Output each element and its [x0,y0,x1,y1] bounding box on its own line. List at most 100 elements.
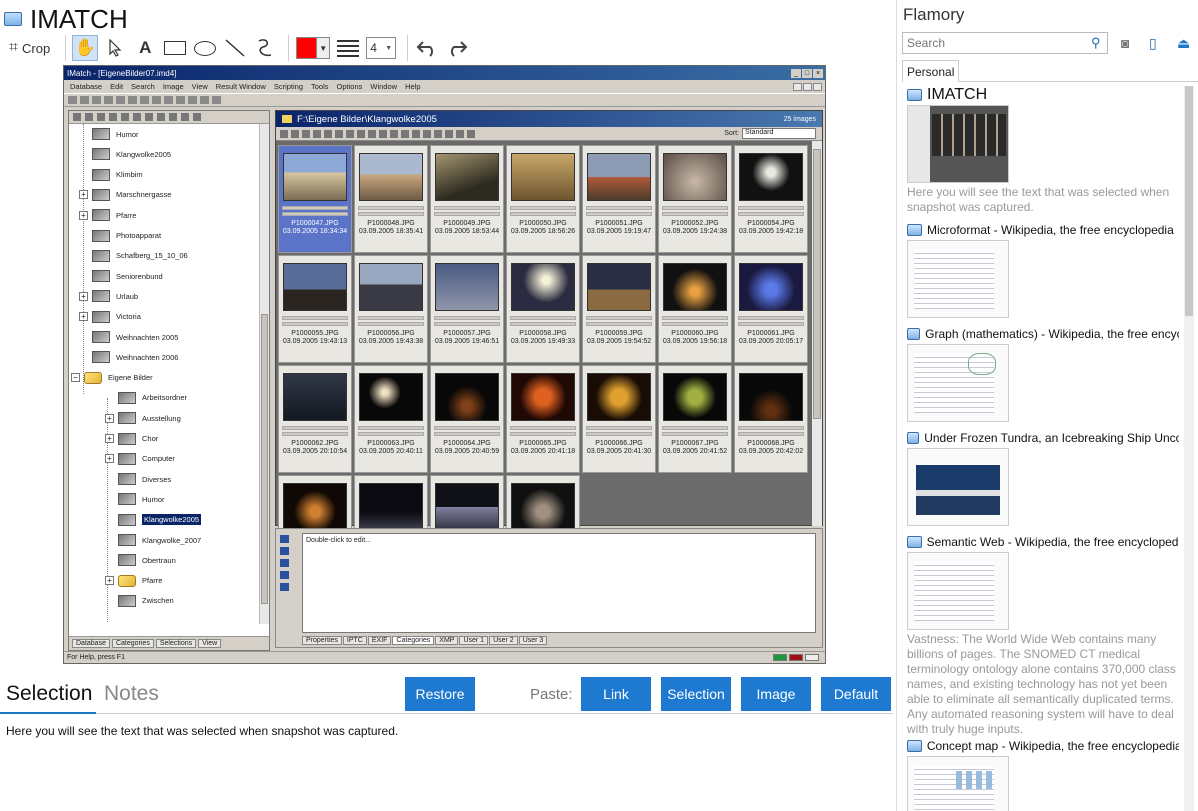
expand-icon[interactable]: + [105,434,114,443]
thumbnail-cell[interactable]: P1000052.JPG 03.09.2005 19:24:38 [658,145,732,253]
paste-link-button[interactable]: Link [581,677,651,711]
camera-icon[interactable]: ◙ [1121,35,1129,51]
tree-item[interactable]: + Pfarre [105,572,162,590]
tree-item[interactable]: − Eigene Bilder [71,369,153,387]
info-tab[interactable]: XMP [435,636,459,645]
collapse-top-icon[interactable]: ⏏ [1177,35,1190,52]
thumbnail-cell[interactable]: P1000065.JPG 03.09.2005 20:41:18 [506,365,580,473]
snapshot-list-item[interactable]: Graph (mathematics) - Wikipedia, the fre… [907,325,1179,422]
snapshot-list-item[interactable]: Concept map - Wikipedia, the free encycl… [907,737,1179,811]
info-tab[interactable]: Categories [392,636,435,645]
tree-tab[interactable]: Selections [155,639,197,648]
snapshot-list-item[interactable]: Semantic Web - Wikipedia, the free encyc… [907,533,1179,737]
freehand-tool-button[interactable] [252,35,278,61]
tree-item[interactable]: Obertraun [105,551,176,569]
thumbnail-cell[interactable]: P1000059.JPG 03.09.2005 19:54:52 [582,255,656,363]
expand-icon[interactable]: + [105,576,114,586]
text-tool-button[interactable]: A [132,35,158,61]
menu-item[interactable]: Search [131,82,155,91]
ellipse-tool-button[interactable] [192,35,218,61]
expand-icon[interactable]: + [79,210,88,220]
info-tab[interactable]: User 1 [459,636,489,645]
browser-scrollbar[interactable] [812,141,822,526]
tree-item[interactable]: Klangwolke2005 [105,511,202,529]
tree-item[interactable]: Zwischen [105,592,174,610]
thumbnail-cell[interactable]: P1000050.JPG 03.09.2005 18:56:26 [506,145,580,253]
tab-personal[interactable]: Personal [902,60,960,82]
info-tab[interactable]: User 2 [489,636,518,645]
search-input[interactable] [902,32,1108,54]
info-tab[interactable]: Properties [302,636,342,645]
tree-item[interactable]: Photoapparat [79,227,161,245]
redo-button[interactable] [444,35,470,61]
tree-item[interactable]: + Urlaub [79,287,138,305]
info-tab[interactable]: User 3 [518,636,548,645]
menu-item[interactable]: Edit [110,82,123,91]
search-icon[interactable]: ⚲ [1091,35,1101,51]
sidebar-scrollbar[interactable] [1184,86,1194,811]
thumbnail-cell[interactable]: P1000067.JPG 03.09.2005 20:41:52 [658,365,732,473]
thumbnail-cell[interactable]: P1000066.JPG 03.09.2005 20:41:30 [582,365,656,473]
line-tool-button[interactable] [222,35,248,61]
tree-item[interactable]: + Chor [105,430,158,448]
tree-item[interactable]: Klimbim [79,166,143,184]
tree-item[interactable]: Diverses [105,470,171,488]
tree-item[interactable]: Weihnachten 2006 [79,348,178,366]
tree-item[interactable]: Humor [105,490,165,508]
info-tab[interactable]: EXIF [367,636,392,645]
thumbnail-cell[interactable]: P1000055.JPG 03.09.2005 19:43:13 [278,255,352,363]
hand-tool-button[interactable]: ✋ [72,35,99,61]
document-icon[interactable]: ▯ [1149,35,1157,52]
tree-item[interactable]: Klangwolke2005 [79,145,171,163]
tree-item[interactable]: Arbeitsordner [105,389,187,407]
tree-item[interactable]: + Ausstellung [105,409,181,427]
tree-item[interactable]: Klangwolke_2007 [105,531,201,549]
menu-item[interactable]: Image [163,82,184,91]
tree-tab[interactable]: View [198,639,222,648]
crop-button[interactable]: ⌗ Crop [4,35,55,61]
menu-item[interactable]: View [192,82,208,91]
thumbnail-cell[interactable]: P1000064.JPG 03.09.2005 20:40:59 [430,365,504,473]
menu-item[interactable]: Options [337,82,363,91]
thumbnail-cell[interactable]: P1000049.JPG 03.09.2005 18:53:44 [430,145,504,253]
tree-item[interactable]: Humor [79,125,139,143]
tree-item[interactable]: Schafberg_15_10_06 [79,247,188,265]
paste-image-button[interactable]: Image [741,677,811,711]
paste-default-button[interactable]: Default [821,677,891,711]
sort-select[interactable]: Standard [742,128,816,139]
thumbnail-cell[interactable]: P1000062.JPG 03.09.2005 20:10:54 [278,365,352,473]
expand-icon[interactable]: + [79,190,88,200]
thumbnail-cell[interactable]: P1000060.JPG 03.09.2005 19:56:18 [658,255,732,363]
expand-icon[interactable]: + [105,454,114,464]
category-editor[interactable]: Double-click to edit... [302,533,816,633]
tree-item[interactable]: + Marschnergasse [79,186,171,204]
tree-item[interactable]: + Pfarre [79,206,136,224]
tree-item[interactable]: Seniorenbund [79,267,163,285]
line-width-select[interactable]: 4 ▼ [365,35,397,61]
captured-screenshot[interactable]: IMatch - [EigeneBilder07.imd4] _ □ × Datab… [63,65,826,664]
rectangle-tool-button[interactable] [162,35,188,61]
collapse-icon[interactable]: − [71,373,80,383]
tree-tab[interactable]: Database [72,639,110,648]
menu-item[interactable]: Result Window [216,82,266,91]
undo-button[interactable] [414,35,440,61]
menu-item[interactable]: Window [370,82,397,91]
color-picker[interactable]: ▼ [295,35,331,61]
thumbnail-cell[interactable]: P1000054.JPG 03.09.2005 19:42:18 [734,145,808,253]
line-width-button[interactable] [335,35,361,61]
tree-item[interactable]: + Computer [105,450,175,468]
tab-notes[interactable]: Notes [104,682,159,706]
menu-item[interactable]: Scripting [274,82,303,91]
tree-scrollbar[interactable] [259,124,269,624]
expand-icon[interactable]: + [79,291,88,301]
menu-item[interactable]: Tools [311,82,329,91]
menu-item[interactable]: Help [405,82,420,91]
menu-item[interactable]: Database [70,82,102,91]
info-tab[interactable]: IPTC [342,636,367,645]
paste-selection-button[interactable]: Selection [661,677,731,711]
thumbnail-cell[interactable]: P1000061.JPG 03.09.2005 20:05:17 [734,255,808,363]
restore-button[interactable]: Restore [405,677,475,711]
thumbnail-cell[interactable]: P1000063.JPG 03.09.2005 20:40:11 [354,365,428,473]
expand-icon[interactable]: + [79,312,88,322]
pointer-tool-button[interactable] [102,35,128,61]
